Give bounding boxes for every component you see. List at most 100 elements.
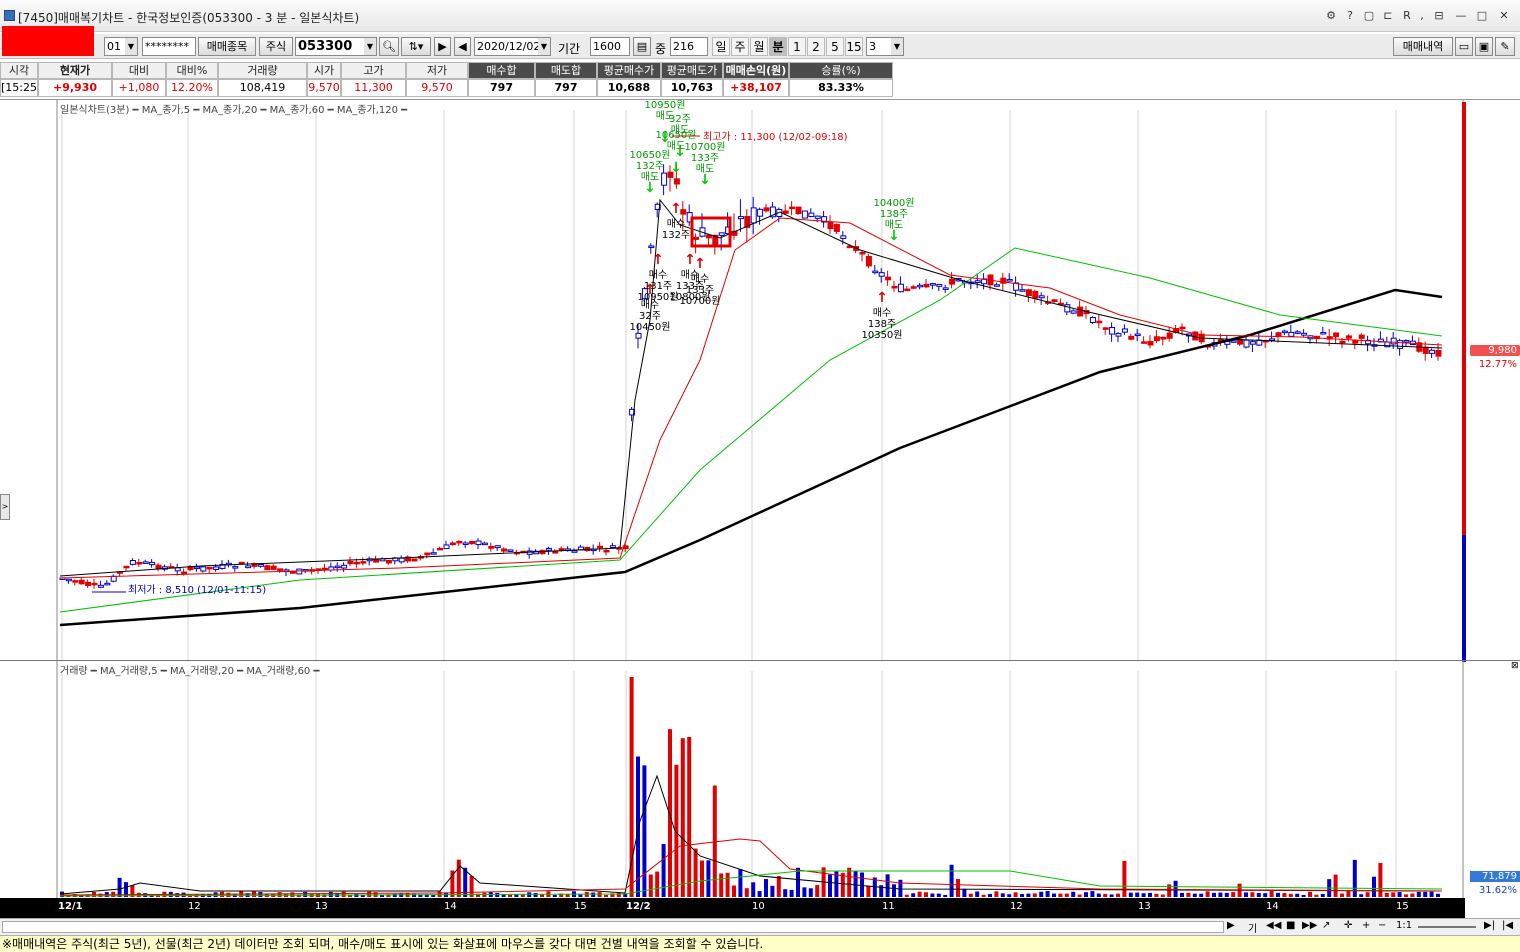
interval-2-button[interactable]: 2 (807, 37, 825, 56)
zoom-in-icon[interactable]: + (1362, 920, 1370, 931)
candle-up (1358, 334, 1365, 339)
low-note: 최저가 : 8,510 (12/01-11:15) (128, 584, 266, 596)
close-pane-icon[interactable]: ⊠ (1511, 661, 1519, 671)
period-week-button[interactable]: 주 (731, 37, 749, 56)
asset-type-button[interactable]: 주식 (259, 37, 293, 56)
account-dropdown-arrow[interactable] (94, 37, 104, 56)
pin-icon[interactable]: , (1415, 9, 1429, 22)
volume-bar (1218, 892, 1223, 897)
volume-bar (1384, 892, 1389, 897)
interval-5-button[interactable]: 5 (826, 37, 844, 56)
interval-1-button[interactable]: 1 (788, 37, 806, 56)
tile-icon[interactable]: ⊟ (1432, 9, 1446, 22)
prev-arrow-icon[interactable]: ◀ (454, 37, 471, 56)
candle-down (571, 550, 578, 553)
volume-bar (725, 872, 730, 897)
time-axis-label: 12/1 (58, 901, 83, 912)
chevron-down-icon[interactable]: ▼ (364, 38, 376, 55)
stop-icon[interactable]: ■ (1286, 920, 1295, 931)
period-month-button[interactable]: 월 (750, 37, 768, 56)
volume-bar (847, 867, 852, 897)
time-axis-label: 12 (1010, 901, 1023, 912)
quote-value-9: 797 (535, 79, 597, 97)
account-no-select[interactable]: 01 ▼ (104, 37, 138, 56)
close-icon[interactable]: ✕ (1497, 9, 1511, 22)
go-end-icon[interactable]: ▶| (1484, 920, 1495, 931)
volume-bar (904, 894, 909, 897)
zoom-slider[interactable] (1418, 926, 1476, 928)
chevron-down-icon[interactable]: ▼ (538, 38, 550, 55)
volume-bar (1352, 859, 1357, 897)
refresh-icon[interactable]: R (1400, 9, 1414, 22)
crosshair-icon[interactable]: ✛ (1344, 920, 1352, 931)
candle-up (1077, 306, 1084, 317)
candle-down (149, 561, 156, 566)
candle-up (904, 288, 911, 292)
minimize-icon[interactable]: — (1454, 9, 1468, 22)
date-picker[interactable]: 2020/12/02 ▼ (474, 37, 551, 56)
quote-value-13: 83.33% (789, 79, 893, 97)
quote-value-5: 9,570 (307, 79, 341, 97)
candlestick-chart[interactable]: 최고가 : 11,300 (12/02-09:18) 최저가 : 8,510 (1… (0, 99, 1520, 662)
quote-value-7: 9,570 (406, 79, 468, 97)
zoom-out-icon[interactable]: − (1378, 920, 1386, 931)
volume-bar (399, 893, 404, 897)
chart-type-icon[interactable]: 기 (1248, 920, 1257, 935)
sort-dropdown[interactable]: ⇅▾ (401, 37, 431, 56)
trade-mark-text: 10950원 (644, 100, 685, 111)
candle-up (705, 234, 712, 239)
candle-up (763, 207, 770, 212)
quote-header-4: 거래량 (218, 62, 307, 79)
side-panel-toggle[interactable]: > (0, 494, 10, 520)
volume-value-label: 71,879 (1470, 871, 1520, 882)
scroll-right-icon[interactable]: ▶ (1227, 920, 1235, 931)
period-count-input[interactable]: 1600 (590, 37, 630, 56)
trade-history-button[interactable]: 매매내역 (1393, 37, 1453, 56)
trade-mark-text: 매수 (649, 269, 667, 281)
maximize-icon[interactable]: □ (1475, 9, 1489, 22)
open-folder-icon[interactable]: ▭ (1455, 37, 1473, 56)
price-range-bar-up (1462, 102, 1466, 535)
next-arrow-icon[interactable]: ▶ (434, 37, 451, 56)
interval-select[interactable]: 3 ▼ (866, 37, 904, 56)
restore-layout-icon[interactable]: ▢ (1362, 9, 1376, 22)
volume-bar (616, 892, 621, 897)
candle-down (110, 575, 117, 582)
rewind-icon[interactable]: ◀◀ (1266, 920, 1281, 931)
candle-down (200, 566, 207, 572)
horizontal-scrollbar[interactable] (2, 921, 1224, 933)
chevron-down-icon[interactable]: ▼ (891, 38, 903, 55)
period-day-button[interactable]: 일 (712, 37, 730, 56)
trade-highlight-box (690, 216, 732, 248)
search-icon[interactable]: 🔍︎ (379, 37, 399, 56)
volume-chart[interactable]: 거래량 ━ MA_거래량,5 ━ MA_거래량,20 ━ MA_거래량,60 ━… (0, 660, 1520, 899)
draw-line-icon[interactable]: ↗ (1322, 920, 1330, 931)
password-field[interactable]: ******** (142, 37, 196, 56)
candle-up (277, 568, 284, 571)
volume-bar (1308, 891, 1312, 897)
volume-bar (303, 891, 308, 897)
chevron-down-icon[interactable]: ▼ (125, 38, 137, 55)
save-icon[interactable]: ▣ (1475, 37, 1493, 56)
trade-item-button[interactable]: 매매종목 (198, 37, 256, 56)
interval-15-button[interactable]: 15 (845, 37, 863, 56)
candle-down (213, 566, 220, 570)
stock-code-input[interactable]: 053300 ▼ (295, 37, 377, 56)
volume-bar (808, 888, 813, 897)
volume-bar (1423, 891, 1428, 897)
candle-down (97, 584, 104, 588)
calendar-icon[interactable]: ▤ (633, 37, 651, 56)
volume-bar (1109, 894, 1114, 897)
link-icon[interactable]: ⊏ (1381, 9, 1395, 22)
volume-bar (776, 876, 781, 897)
volume-bar (936, 893, 941, 897)
candle-down (917, 284, 924, 288)
wrench-icon[interactable]: ✎ (1495, 37, 1515, 56)
help-icon[interactable]: ? (1343, 9, 1357, 22)
candle-up (673, 178, 680, 185)
fast-forward-icon[interactable]: ▶▶ (1302, 920, 1317, 931)
settings-icon[interactable]: ⚙ (1324, 9, 1338, 22)
go-start-icon[interactable]: |◀ (1502, 920, 1513, 931)
period-minute-button[interactable]: 분 (769, 37, 787, 56)
trade-mark-text: 매수 (691, 273, 709, 285)
